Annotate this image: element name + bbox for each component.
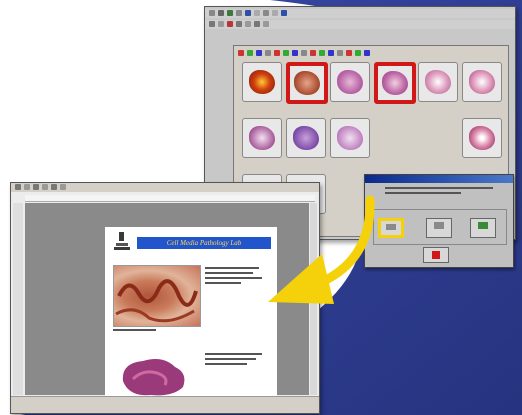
gallery-thumbnail[interactable] bbox=[462, 118, 502, 158]
formatting-toolbar bbox=[205, 20, 515, 29]
toolbar-icon[interactable] bbox=[301, 50, 307, 56]
toolbar-icon[interactable] bbox=[218, 21, 224, 27]
gallery-thumbnail[interactable] bbox=[242, 62, 282, 102]
dialog-titlebar bbox=[365, 175, 513, 183]
toolbar-icon[interactable] bbox=[254, 21, 260, 27]
toolbar-icon[interactable] bbox=[281, 10, 287, 16]
toolbar-icon[interactable] bbox=[15, 184, 21, 190]
toolbar-icon[interactable] bbox=[51, 184, 57, 190]
toolbar-icon[interactable] bbox=[337, 50, 343, 56]
toolbar-icon[interactable] bbox=[263, 10, 269, 16]
tissue-icon bbox=[425, 70, 451, 94]
toolbar-icon[interactable] bbox=[254, 10, 260, 16]
tissue-icon bbox=[469, 126, 495, 150]
tissue-texture bbox=[115, 279, 198, 323]
toolbar-icon[interactable] bbox=[346, 50, 352, 56]
toolbar-icon[interactable] bbox=[227, 10, 233, 16]
toolbar-icon[interactable] bbox=[227, 21, 233, 27]
gallery-thumbnail[interactable] bbox=[330, 118, 370, 158]
status-bar bbox=[11, 396, 319, 413]
export-dialog bbox=[364, 174, 514, 268]
other-application-button[interactable] bbox=[470, 218, 496, 238]
gallery-thumbnail[interactable] bbox=[418, 62, 458, 102]
tissue-icon bbox=[293, 126, 319, 150]
tissue-icon bbox=[249, 70, 275, 94]
page-title: Cell Media Pathology Lab bbox=[137, 237, 271, 249]
tissue-icon bbox=[294, 71, 320, 95]
gallery-toolbar bbox=[234, 49, 508, 58]
toolbar-icon[interactable] bbox=[328, 50, 334, 56]
tissue-image-large bbox=[113, 265, 201, 327]
toolbar-icon[interactable] bbox=[364, 50, 370, 56]
toolbar-icon[interactable] bbox=[283, 50, 289, 56]
document-icon bbox=[386, 224, 396, 230]
tissue-image-small bbox=[113, 351, 199, 401]
gallery-thumbnail-selected[interactable] bbox=[286, 62, 328, 104]
toolbar-icon[interactable] bbox=[256, 50, 262, 56]
toolbar-icon[interactable] bbox=[60, 184, 66, 190]
toolbar-icon[interactable] bbox=[42, 184, 48, 190]
toolbar-icon[interactable] bbox=[209, 10, 215, 16]
toolbar-icon[interactable] bbox=[319, 50, 325, 56]
toolbar-icon[interactable] bbox=[247, 50, 253, 56]
cancel-icon bbox=[432, 251, 440, 259]
gallery-thumbnail[interactable] bbox=[242, 118, 282, 158]
gallery-thumbnail[interactable] bbox=[462, 62, 502, 102]
toolbar-icon[interactable] bbox=[218, 10, 224, 16]
tissue-icon bbox=[337, 126, 363, 150]
microscope-logo-icon bbox=[114, 232, 130, 250]
cancel-button[interactable] bbox=[423, 247, 449, 263]
presentation-icon bbox=[434, 222, 444, 229]
toolbar-icon[interactable] bbox=[265, 50, 271, 56]
powerpoint-application-button[interactable] bbox=[426, 218, 452, 238]
tissue-icon bbox=[382, 71, 408, 95]
toolbar-icon[interactable] bbox=[274, 50, 280, 56]
toolbar-icon[interactable] bbox=[245, 10, 251, 16]
tissue-icon bbox=[249, 126, 275, 150]
horizontal-ruler bbox=[25, 195, 315, 202]
document-page: Cell Media Pathology Lab bbox=[105, 227, 277, 405]
document-toolbar bbox=[11, 183, 319, 192]
toolbar-icon[interactable] bbox=[24, 184, 30, 190]
document-canvas: Cell Media Pathology Lab bbox=[25, 203, 309, 405]
tissue-shape bbox=[122, 359, 185, 396]
tissue-icon bbox=[337, 70, 363, 94]
spreadsheet-icon bbox=[478, 222, 488, 229]
toolbar-icon[interactable] bbox=[236, 10, 242, 16]
vertical-ruler bbox=[13, 203, 23, 395]
document-window: Cell Media Pathology Lab bbox=[10, 182, 320, 414]
toolbar-icon[interactable] bbox=[263, 21, 269, 27]
vertical-scrollbar[interactable] bbox=[310, 203, 317, 395]
toolbar-icon[interactable] bbox=[292, 50, 298, 56]
image-caption-text bbox=[205, 267, 265, 287]
toolbar-icon[interactable] bbox=[238, 50, 244, 56]
toolbar-icon[interactable] bbox=[310, 50, 316, 56]
toolbar-icon[interactable] bbox=[209, 21, 215, 27]
tissue-icon bbox=[469, 70, 495, 94]
image-caption-text bbox=[205, 353, 265, 368]
word-application-button[interactable] bbox=[378, 218, 404, 238]
gallery-thumbnail-selected[interactable] bbox=[374, 62, 416, 104]
toolbar-icon[interactable] bbox=[272, 10, 278, 16]
gallery-thumbnail[interactable] bbox=[286, 118, 326, 158]
toolbar-icon[interactable] bbox=[355, 50, 361, 56]
application-group bbox=[373, 209, 507, 245]
menu-toolbar bbox=[205, 9, 515, 18]
dialog-message bbox=[385, 187, 493, 194]
toolbar-icon[interactable] bbox=[33, 184, 39, 190]
toolbar-icon[interactable] bbox=[236, 21, 242, 27]
figure-caption bbox=[113, 329, 199, 334]
gallery-thumbnail[interactable] bbox=[330, 62, 370, 102]
toolbar-icon[interactable] bbox=[245, 21, 251, 27]
